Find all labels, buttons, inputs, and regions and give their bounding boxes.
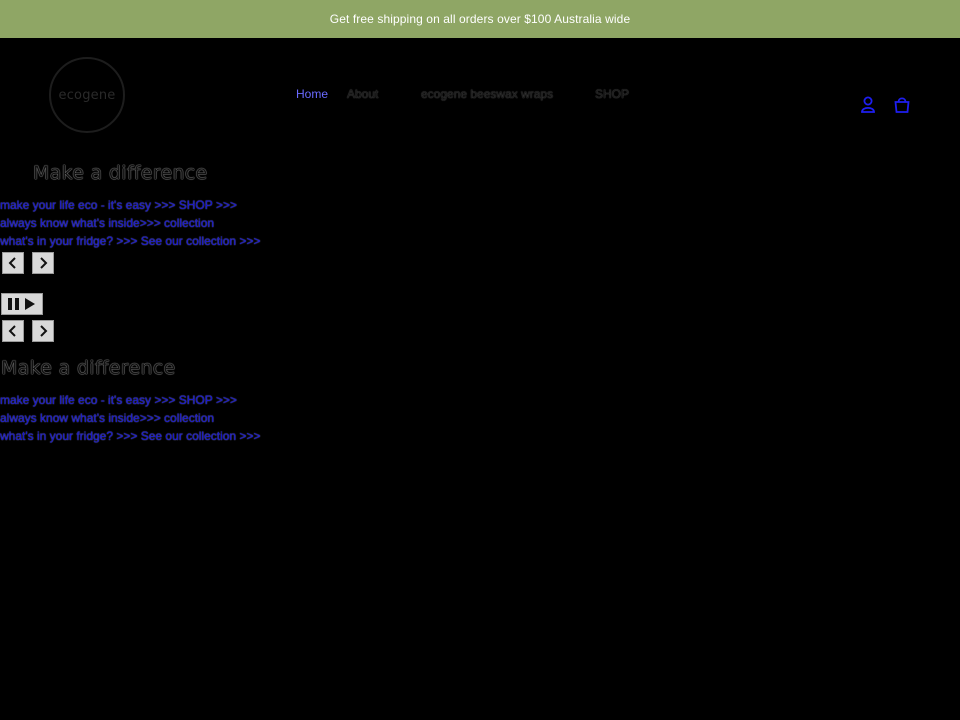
chevron-right-icon [40,325,48,337]
slide-link-shop[interactable]: make your life eco - it's easy >>> SHOP … [0,198,237,212]
prev-slide-button[interactable] [2,320,24,342]
next-slide-button[interactable] [32,252,54,274]
chevron-left-icon [8,325,16,337]
nav-item-about[interactable]: About [347,87,378,101]
chevron-left-icon [8,257,16,269]
cart-icon[interactable] [893,96,911,114]
slide-heading: Make a difference [1,357,176,379]
chevron-right-icon [40,257,48,269]
nav-item-shop[interactable]: SHOP [595,87,629,101]
slide-link-see-collection[interactable]: what's in your fridge? >>> See our colle… [0,429,260,443]
logo[interactable]: ecogene [49,57,125,133]
nav-item-beeswax-wraps[interactable]: ecogene beeswax wraps [421,87,553,101]
slide-link-collection[interactable]: always know what's inside>>> collection [0,411,214,425]
slide-link-shop[interactable]: make your life eco - it's easy >>> SHOP … [0,393,237,407]
announcement-bar: Get free shipping on all orders over $10… [0,0,960,38]
announcement-text: Get free shipping on all orders over $10… [329,12,631,26]
account-icon[interactable] [859,96,877,114]
prev-slide-button[interactable] [2,252,24,274]
pause-slideshow-button[interactable] [1,293,43,315]
logo-text: ecogene [58,87,116,103]
slide-heading: Make a difference [33,162,208,184]
pause-play-icon [8,298,35,310]
nav-item-home[interactable]: Home [296,87,328,101]
slide-link-collection[interactable]: always know what's inside>>> collection [0,216,214,230]
next-slide-button[interactable] [32,320,54,342]
slide-link-see-collection[interactable]: what's in your fridge? >>> See our colle… [0,234,260,248]
